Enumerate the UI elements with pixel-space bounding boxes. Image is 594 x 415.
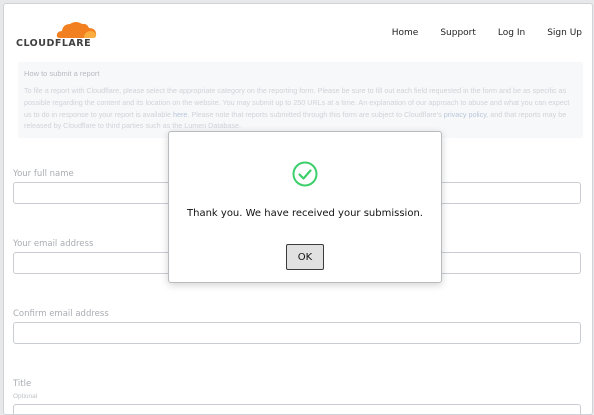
confirmation-message: Thank you. We have received your submiss…: [187, 208, 423, 219]
confirm-email-label: Confirm email address: [13, 309, 109, 319]
title-input[interactable]: [13, 404, 581, 414]
report-info-box: How to submit a report To file a report …: [18, 62, 583, 138]
title-optional-hint: Optional: [13, 393, 38, 400]
nav-signup-link[interactable]: Sign Up: [547, 28, 582, 38]
privacy-policy-link[interactable]: privacy policy: [444, 110, 487, 119]
ok-button[interactable]: OK: [286, 244, 324, 270]
here-link[interactable]: here: [173, 110, 187, 119]
nav-support-link[interactable]: Support: [440, 28, 476, 38]
top-nav: Home Support Log In Sign Up: [392, 28, 582, 38]
confirm-email-input[interactable]: [13, 322, 581, 344]
email-label: Your email address: [13, 239, 94, 249]
logo-text: CLOUDFLARE: [16, 38, 92, 49]
info-text-part-2: . Please note that reports submitted thr…: [187, 109, 444, 119]
confirmation-dialog: Thank you. We have received your submiss…: [168, 131, 442, 283]
success-check-icon: [292, 161, 318, 187]
cloudflare-logo[interactable]: CLOUDFLARE: [16, 18, 106, 52]
nav-login-link[interactable]: Log In: [498, 28, 525, 38]
info-title: How to submit a report: [24, 69, 100, 78]
full-name-label: Your full name: [13, 169, 74, 179]
nav-home-link[interactable]: Home: [392, 28, 419, 38]
cloud-icon: [56, 22, 97, 38]
title-label: Title: [13, 379, 32, 389]
info-text: To file a report with Cloudflare, please…: [24, 85, 576, 132]
